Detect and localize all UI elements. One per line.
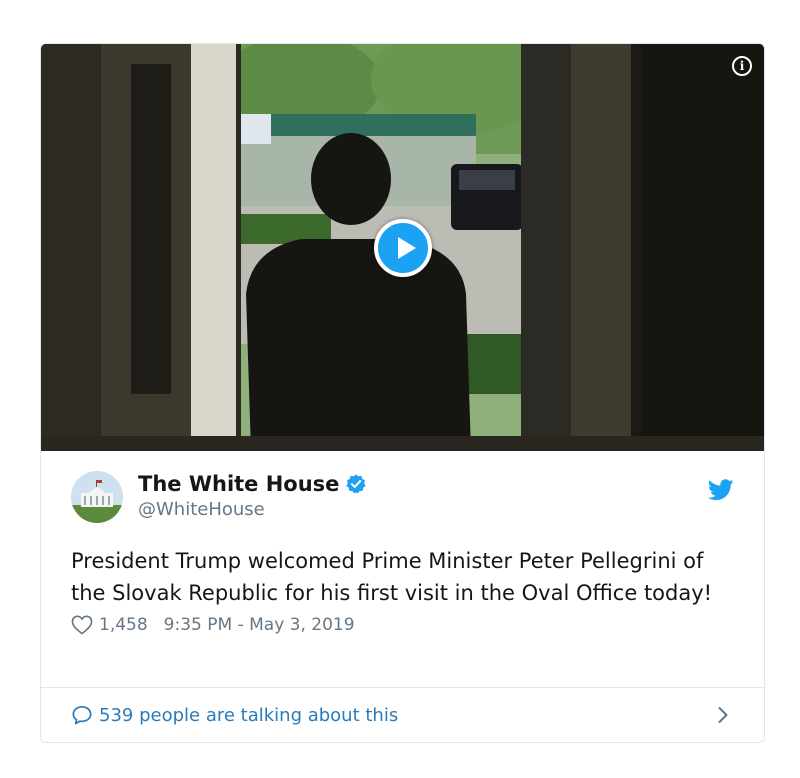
embedded-tweet-card: i The White House @WhiteHouse President …	[40, 43, 765, 743]
white-house-logo-icon	[71, 471, 123, 523]
comment-bubble-icon	[72, 705, 92, 725]
like-count[interactable]: 1,458	[99, 615, 148, 635]
verified-badge-icon	[346, 474, 367, 494]
tweet-meta: 1,458 9:35 PM - May 3, 2019	[71, 615, 734, 635]
talking-about-label[interactable]: 539 people are talking about this	[99, 705, 398, 726]
display-name-row: The White House	[138, 472, 367, 496]
info-icon[interactable]: i	[732, 56, 752, 76]
timestamp[interactable]: 9:35 PM - May 3, 2019	[164, 615, 355, 635]
avatar[interactable]	[71, 471, 123, 523]
tweet-text: President Trump welcomed Prime Minister …	[71, 549, 713, 605]
tweet-body: The White House @WhiteHouse President Tr…	[41, 451, 764, 689]
user-handle[interactable]: @WhiteHouse	[138, 499, 367, 520]
display-name[interactable]: The White House	[138, 472, 339, 496]
chevron-right-icon[interactable]	[717, 706, 729, 724]
heart-icon[interactable]	[71, 615, 93, 635]
author-row: The White House @WhiteHouse	[71, 471, 734, 523]
twitter-bird-icon[interactable]	[708, 479, 734, 501]
play-button[interactable]	[374, 219, 432, 277]
video-media[interactable]: i	[41, 44, 764, 451]
conversation-link[interactable]: 539 people are talking about this	[41, 687, 764, 742]
author-names: The White House @WhiteHouse	[138, 471, 367, 520]
